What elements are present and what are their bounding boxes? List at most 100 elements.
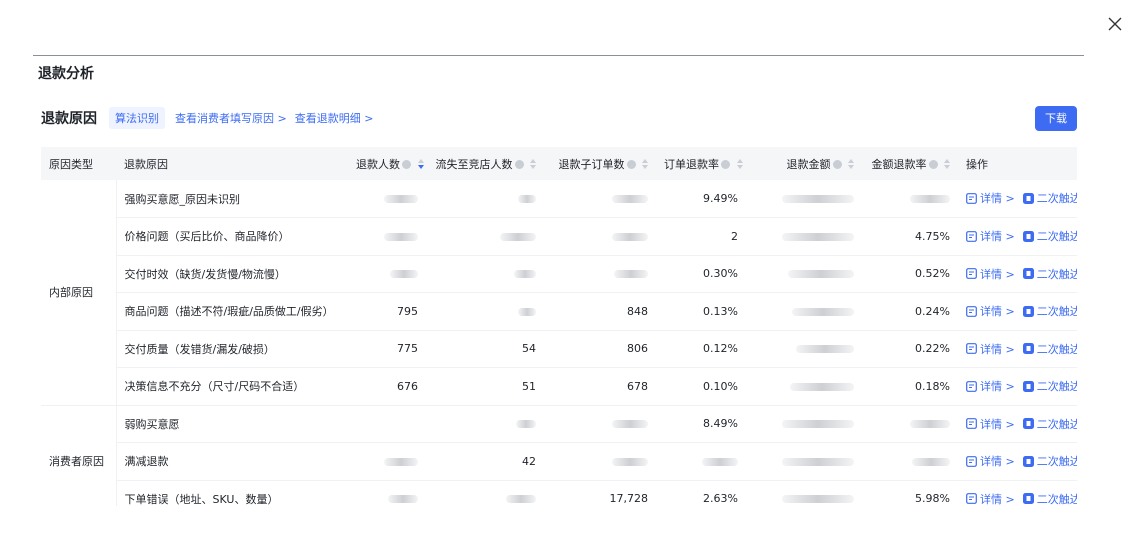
suborders-cell [544, 217, 656, 256]
second-reach-link[interactable]: 二次触达 > [1022, 266, 1077, 282]
actions-cell: 详情 > 二次触达 > [958, 217, 1077, 256]
info-icon [832, 159, 842, 169]
header-refund-people[interactable]: 退款人数 [348, 147, 426, 180]
lost-people-cell [426, 292, 544, 331]
suborders-cell [544, 180, 656, 218]
actions-cell: 详情 > 二次触达 > [958, 255, 1077, 293]
detail-icon [966, 192, 977, 204]
lost-people-cell [426, 180, 544, 218]
reach-icon [1022, 493, 1034, 504]
cell-value: 2.63% [703, 492, 738, 506]
detail-label: 详情 > [980, 342, 1015, 356]
reach-icon [1022, 418, 1034, 429]
detail-label: 详情 > [980, 192, 1015, 206]
download-button[interactable]: 下载 [1035, 105, 1077, 131]
second-reach-link[interactable]: 二次触达 > [1022, 190, 1077, 206]
close-button[interactable] [1103, 12, 1127, 36]
detail-link[interactable]: 详情 > [966, 416, 1015, 432]
sort-icon[interactable] [642, 158, 648, 169]
detail-link[interactable]: 详情 > [966, 378, 1015, 394]
sort-desc-icon[interactable] [417, 158, 424, 169]
reach-label: 二次触达 > [1036, 192, 1077, 206]
reason-cell: 商品问题（描述不符/瑕疵/品质做工/假劣） [116, 292, 348, 331]
second-reach-link[interactable]: 二次触达 > [1022, 378, 1077, 394]
refund-reason-table: 原因类型 退款原因 退款人数 流失至竞店人数 退款子订单数 订单退款率 退款金额… [41, 147, 1077, 506]
header-order-refund-rate[interactable]: 订单退款率 [656, 147, 746, 180]
info-icon [402, 159, 411, 169]
second-reach-link[interactable]: 二次触达 > [1022, 416, 1077, 432]
second-reach-link[interactable]: 二次触达 > [1022, 453, 1077, 469]
detail-icon [966, 380, 977, 392]
cell-value: 0.24% [915, 304, 950, 318]
redacted-value [788, 270, 854, 279]
cell-value: 2 [731, 229, 738, 243]
detail-link[interactable]: 详情 > [966, 266, 1015, 282]
header-refund-suborders[interactable]: 退款子订单数 [544, 147, 656, 180]
redacted-value [910, 195, 950, 203]
table-row: 内部原因强购买意愿_原因未识别 9.49% 详情 > 二次触达 > [41, 180, 1077, 406]
order-rate-cell: 0.13% [656, 292, 746, 331]
second-reach-link[interactable]: 二次触达 > [1022, 341, 1077, 357]
sort-icon[interactable] [736, 158, 743, 169]
redacted-value [384, 232, 418, 241]
amount-cell [746, 330, 862, 368]
header-refund-amount[interactable]: 退款金额 [746, 147, 862, 180]
redacted-value [514, 270, 536, 279]
consumer-reason-link[interactable]: 查看消费者填写原因 > [175, 110, 287, 126]
redacted-value [506, 495, 536, 504]
header-actions: 操作 [958, 147, 1077, 180]
suborders-cell: 17,728 [544, 480, 656, 506]
suborders-cell [544, 442, 656, 481]
redacted-value [388, 495, 418, 504]
header-amount-refund-rate[interactable]: 金额退款率 [862, 147, 958, 180]
reason-cell: 交付质量（发错货/漏发/破损） [116, 330, 348, 368]
header-lost-people[interactable]: 流失至竞店人数 [426, 147, 544, 180]
detail-link[interactable]: 详情 > [966, 190, 1015, 206]
suborders-cell: 848 [544, 292, 656, 331]
redacted-value [614, 270, 648, 279]
second-reach-link[interactable]: 二次触达 > [1022, 228, 1077, 244]
section-header: 退款原因 算法识别 查看消费者填写原因 > 查看退款明细 > 下载 [41, 104, 1077, 132]
reach-label: 二次触达 > [1036, 417, 1077, 431]
detail-link[interactable]: 详情 > [966, 341, 1015, 357]
refund-detail-link[interactable]: 查看退款明细 > [295, 110, 374, 126]
order-rate-cell: 2 [656, 217, 746, 256]
detail-label: 详情 > [980, 230, 1015, 243]
sort-icon[interactable] [530, 158, 536, 169]
table-row: 价格问题（买后比价、商品降价） 2 4.75% 详情 > 二次触达 > [41, 217, 1077, 256]
cell-value: 0.12% [703, 342, 738, 356]
detail-icon [966, 230, 977, 242]
order-rate-cell: 0.10% [656, 367, 746, 406]
detail-link[interactable]: 详情 > [966, 453, 1015, 469]
sort-icon[interactable] [848, 158, 854, 169]
detail-icon [966, 418, 977, 429]
lost-people-cell [426, 480, 544, 506]
redacted-value [612, 195, 648, 203]
second-reach-link[interactable]: 二次触达 > [1022, 303, 1077, 319]
info-icon [514, 159, 524, 169]
amount-cell [746, 405, 862, 443]
sort-icon[interactable] [944, 158, 950, 169]
amount-cell [746, 255, 862, 293]
group-consumer: 消费者原因 [41, 405, 117, 506]
amount-rate-cell: 0.18% [862, 367, 958, 406]
second-reach-link[interactable]: 二次触达 > [1022, 491, 1077, 507]
redacted-value [612, 420, 648, 429]
reach-icon [1022, 380, 1034, 392]
detail-link[interactable]: 详情 > [966, 228, 1015, 244]
suborders-cell: 806 [544, 330, 656, 368]
redacted-value [518, 195, 536, 203]
reach-label: 二次触达 > [1036, 267, 1077, 281]
reason-cell: 决策信息不充分（尺寸/尺码不合适） [116, 367, 348, 406]
header-reason-type: 原因类型 [41, 147, 116, 180]
amount-rate-cell [862, 442, 958, 481]
info-icon [721, 159, 730, 169]
amount-rate-cell [862, 180, 958, 218]
detail-link[interactable]: 详情 > [966, 491, 1015, 507]
actions-cell: 详情 > 二次触达 > [958, 442, 1077, 481]
detail-link[interactable]: 详情 > [966, 303, 1015, 319]
table-row: 决策信息不充分（尺寸/尺码不合适） 676 51 678 0.10% 0.18% 详情 > 二… [41, 367, 1077, 406]
panel-title: 退款分析 [38, 66, 94, 82]
table-row: 满减退款 42 详情 > 二次触达 > [41, 442, 1077, 481]
table-row: 商品问题（描述不符/瑕疵/品质做工/假劣） 795 848 0.13% 0.24% 详情 … [41, 292, 1077, 331]
